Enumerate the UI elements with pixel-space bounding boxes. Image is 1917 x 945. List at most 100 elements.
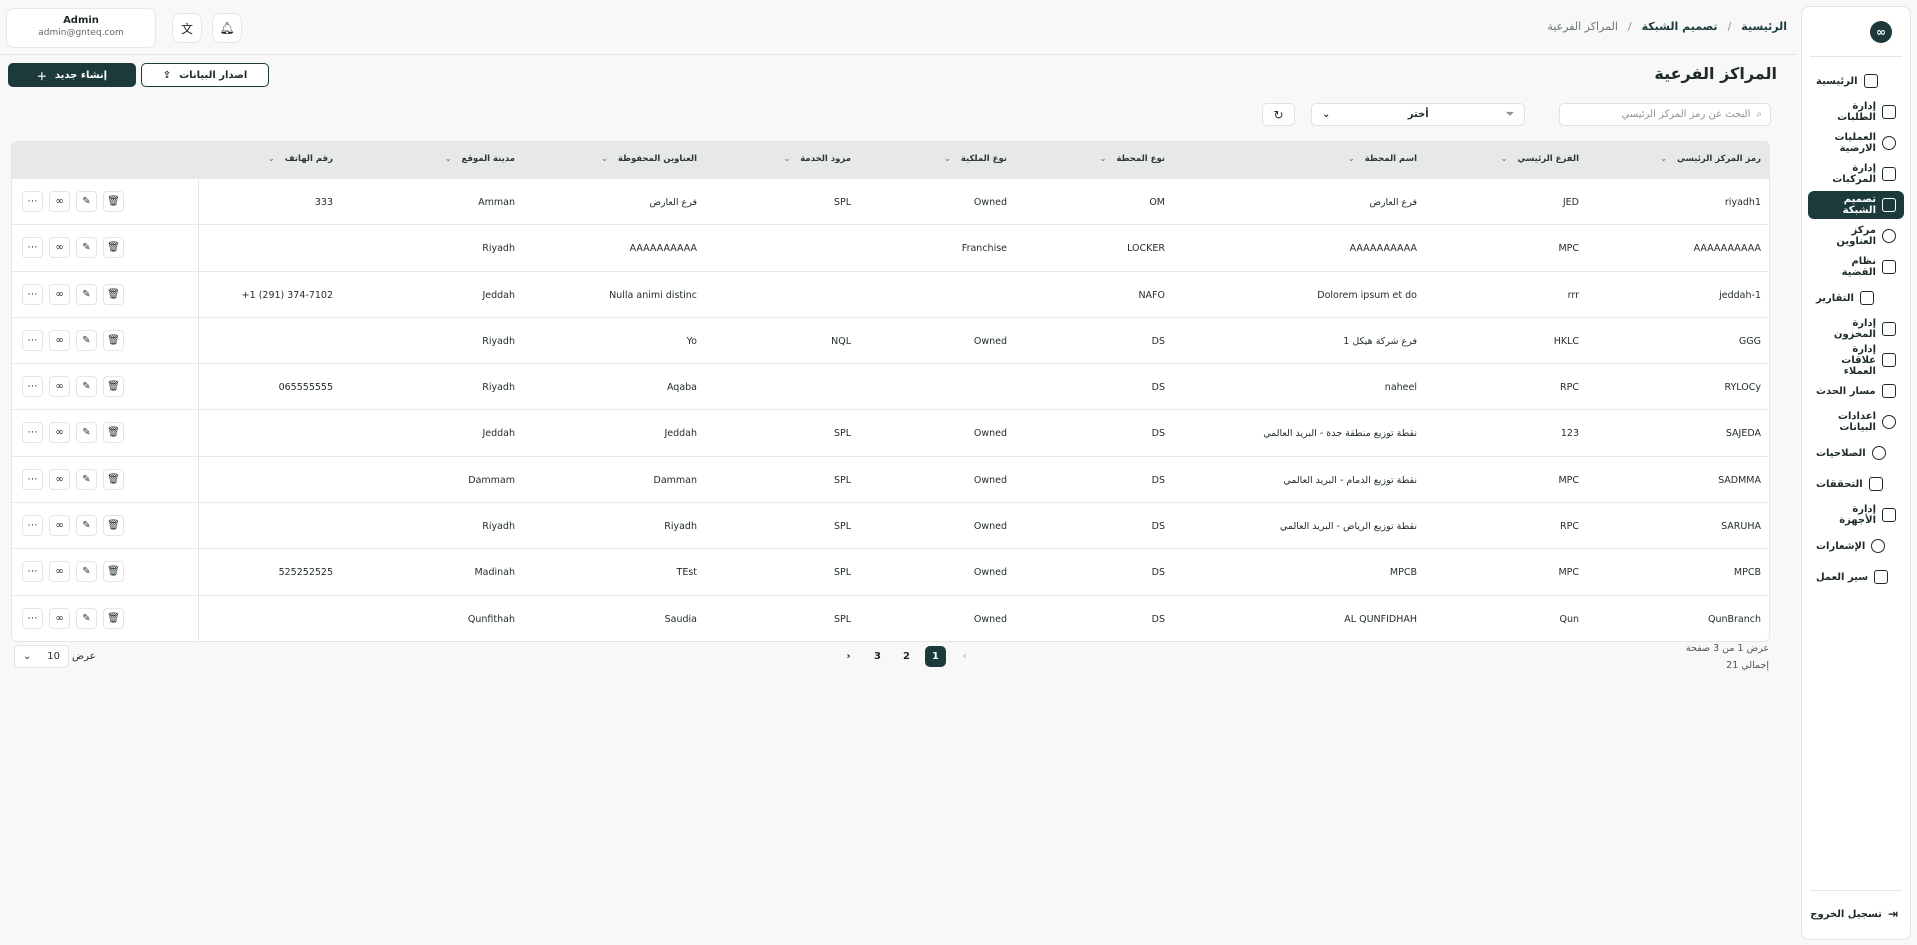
- col-main-center-code[interactable]: ⌄ رمز المركز الرئيسي: [1660, 154, 1761, 164]
- edit-button[interactable]: ✎: [76, 468, 97, 490]
- more-button[interactable]: ⋯: [22, 422, 43, 444]
- more-button[interactable]: ⋯: [22, 561, 43, 583]
- link-button[interactable]: ∞: [49, 329, 70, 351]
- search-input[interactable]: البحث عن رمز المركز الرئيسي ⌕: [1559, 103, 1771, 126]
- col-ownership-type[interactable]: ⌄ نوع الملكية: [944, 154, 1007, 164]
- edit-button[interactable]: ✎: [76, 561, 97, 583]
- table-row[interactable]: GGG HKLC فرع شركة هيكل 1 DS Owned NQL Yo Riyadh…: [12, 316, 1769, 364]
- sidebar-item-reports[interactable]: التقارير: [1808, 284, 1904, 312]
- cell-phone: 333: [314, 197, 333, 208]
- sidebar-item-vehicles[interactable]: إدارة المركبات: [1808, 160, 1904, 188]
- delete-button[interactable]: 🗑︎: [103, 237, 124, 259]
- edit-button[interactable]: ✎: [76, 283, 97, 305]
- sidebar-item-crm[interactable]: إدارة علاقات العملاء: [1808, 344, 1904, 377]
- more-button[interactable]: ⋯: [22, 237, 43, 259]
- link-button[interactable]: ∞: [49, 515, 70, 537]
- edit-button[interactable]: ✎: [76, 237, 97, 259]
- breadcrumb-home[interactable]: الرئيسية: [1741, 20, 1787, 33]
- edit-button[interactable]: ✎: [76, 422, 97, 444]
- sidebar-item-event-path[interactable]: مسار الحدث: [1808, 377, 1904, 405]
- col-phone[interactable]: ⌄ رقم الهاتف: [268, 154, 333, 164]
- delete-button[interactable]: 🗑︎: [103, 191, 124, 212]
- page-2[interactable]: 2: [896, 646, 917, 667]
- export-button[interactable]: ⇪ اصدار البيانات: [141, 63, 269, 87]
- more-button[interactable]: ⋯: [22, 607, 43, 629]
- delete-button[interactable]: 🗑︎: [103, 329, 124, 351]
- sidebar-item-notifications[interactable]: الإشعارات: [1808, 532, 1904, 560]
- delete-button[interactable]: 🗑︎: [103, 515, 124, 537]
- delete-button[interactable]: 🗑︎: [103, 561, 124, 583]
- notifications-button[interactable]: 🔔︎: [212, 13, 242, 43]
- more-button[interactable]: ⋯: [22, 329, 43, 351]
- link-button[interactable]: ∞: [49, 283, 70, 305]
- prev-page-button[interactable]: ‹: [954, 646, 975, 667]
- edit-button[interactable]: ✎: [76, 329, 97, 351]
- table-row[interactable]: riyadh1 JED فرع العارض OM Owned SPL فرع العارض…: [12, 178, 1769, 225]
- translate-button[interactable]: 文: [172, 13, 202, 43]
- more-button[interactable]: ⋯: [22, 376, 43, 398]
- sidebar-item-data-settings[interactable]: اعدادات البيانات: [1808, 408, 1904, 436]
- page-size-select[interactable]: ⌄ 10: [14, 645, 69, 668]
- table-row[interactable]: SARUHA RPC نقطة توزيع الرياض - البريد العا…: [12, 502, 1769, 549]
- link-button[interactable]: ∞: [49, 376, 70, 398]
- sidebar-item-cases[interactable]: نظام القضية: [1808, 253, 1904, 281]
- delete-button[interactable]: 🗑︎: [103, 607, 124, 629]
- sidebar-item-inventory[interactable]: إدارة المخزون: [1808, 315, 1904, 343]
- page-1[interactable]: 1: [925, 646, 946, 667]
- user-menu[interactable]: Admin admin@gnteq.com: [6, 8, 156, 48]
- link-button[interactable]: ∞: [49, 561, 70, 583]
- delete-button[interactable]: 🗑︎: [103, 376, 124, 398]
- link-icon: ∞: [55, 242, 64, 254]
- more-button[interactable]: ⋯: [22, 468, 43, 490]
- table-row[interactable]: MPCB MPC MPCB DS Owned SPL TEst Madinah 52525252…: [12, 548, 1769, 595]
- table-row[interactable]: QunBranch Qun AL QUNFIDHAH DS Owned SPL Saudia…: [12, 594, 1769, 641]
- cell-phone: 525252525: [278, 567, 333, 579]
- link-button[interactable]: ∞: [49, 191, 70, 212]
- link-button[interactable]: ∞: [49, 237, 70, 259]
- sidebar-item-verifications[interactable]: التحققات: [1808, 470, 1904, 498]
- link-button[interactable]: ∞: [49, 422, 70, 444]
- filter-select[interactable]: ⌄ أختر ⏷: [1311, 103, 1525, 126]
- edit-icon: ✎: [82, 612, 91, 624]
- logout-button[interactable]: تسجيل الخروج ⇥: [1810, 890, 1902, 921]
- sidebar-item-workflow[interactable]: سير العمل: [1808, 563, 1904, 591]
- table-row[interactable]: jeddah-1 rrr Dolorem ipsum et do NAFO Nulla …: [12, 270, 1769, 317]
- delete-button[interactable]: 🗑︎: [103, 283, 124, 305]
- sidebar-item-orders[interactable]: إدارة الطلبات: [1808, 98, 1904, 126]
- table-row[interactable]: SAJEDA 123 نقطة توزيع منطقة جدة - البريد ا…: [12, 409, 1769, 456]
- col-station-type[interactable]: ⌄ نوع المحطة: [1100, 154, 1165, 164]
- edit-button[interactable]: ✎: [76, 376, 97, 398]
- sidebar-item-home[interactable]: الرئيسية: [1808, 67, 1904, 95]
- page-3[interactable]: 3: [867, 646, 888, 667]
- edit-button[interactable]: ✎: [76, 191, 97, 212]
- col-main-branch[interactable]: ⌄ الفرع الرئيسي: [1501, 154, 1579, 164]
- table-row[interactable]: SADMMA MPC نقطة توزيع الدمام - البريد العا…: [12, 455, 1769, 503]
- delete-button[interactable]: 🗑︎: [103, 422, 124, 444]
- edit-button[interactable]: ✎: [76, 515, 97, 537]
- logo-icon[interactable]: ∞: [1870, 20, 1892, 43]
- next-page-button[interactable]: ›: [838, 646, 859, 667]
- delete-button[interactable]: 🗑︎: [103, 468, 124, 490]
- col-station-name[interactable]: ⌄ اسم المحطة: [1348, 154, 1417, 164]
- cell-saved-address: AAAAAAAAAA: [629, 243, 697, 255]
- col-city[interactable]: ⌄ مدينة الموقع: [445, 154, 515, 164]
- sidebar-item-network-design[interactable]: تصميم الشبكة: [1808, 191, 1904, 219]
- more-button[interactable]: ⋯: [22, 191, 43, 212]
- sidebar-item-permissions[interactable]: الصلاحيات: [1808, 439, 1904, 467]
- col-saved-addresses[interactable]: ⌄ العناوين المحفوظة: [601, 154, 697, 164]
- sidebar-item-devices[interactable]: إدارة الأجهزة: [1808, 501, 1904, 529]
- sidebar-item-ground-ops[interactable]: العمليات الارضية: [1808, 129, 1904, 157]
- more-button[interactable]: ⋯: [22, 283, 43, 305]
- table-row[interactable]: AAAAAAAAAA MPC AAAAAAAAAA LOCKER Franchise AA…: [12, 224, 1769, 271]
- link-button[interactable]: ∞: [49, 468, 70, 490]
- refresh-button[interactable]: ↻: [1262, 103, 1295, 126]
- breadcrumb-section[interactable]: تصميم الشبكة: [1642, 20, 1718, 33]
- create-button[interactable]: ＋ إنشاء جديد: [8, 63, 136, 87]
- link-button[interactable]: ∞: [49, 607, 70, 629]
- table-row[interactable]: RYLOCy RPC naheel DS Aqaba Riyadh 065555555 ⋯ ∞ ✎…: [12, 363, 1769, 410]
- cell-station-type: OM: [1149, 197, 1165, 208]
- more-button[interactable]: ⋯: [22, 515, 43, 537]
- sidebar-item-addresses[interactable]: مركز العناوين: [1808, 222, 1904, 250]
- edit-button[interactable]: ✎: [76, 607, 97, 629]
- col-service-provider[interactable]: ⌄ مزود الخدمة: [784, 154, 851, 164]
